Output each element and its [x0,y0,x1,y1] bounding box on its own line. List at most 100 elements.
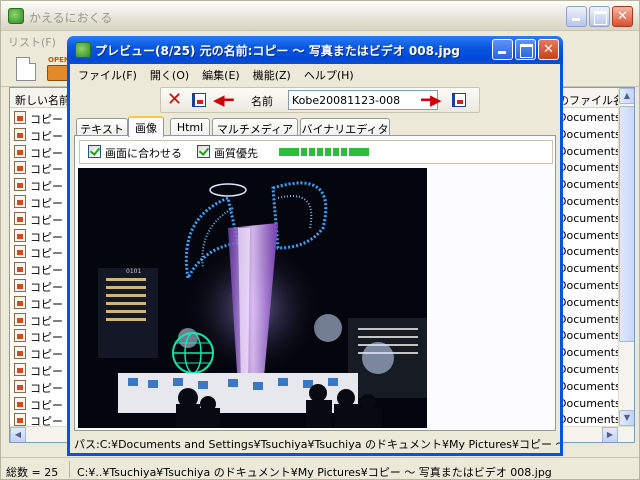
row-file-location: Documents [558,329,621,343]
scroll-up-button[interactable]: ▲ [619,88,634,104]
preview-window: プレビュー(8/25) 元の名前:コピー 〜 写真またはビデオ 008.jpg … [67,36,563,456]
next-arrow-icon[interactable]: ━▶ [421,91,442,109]
row-file-location: Documents [558,413,621,427]
image-file-icon [14,161,26,175]
image-file-icon [14,278,26,292]
svg-text:0101: 0101 [126,268,141,275]
delete-x-icon[interactable]: ✕ [167,90,182,110]
fit-screen-checkbox[interactable] [88,145,101,158]
menu-file[interactable]: ファイル(F) [70,64,142,84]
tab-html[interactable]: Html [170,118,210,136]
tab-text[interactable]: テキスト [76,118,128,136]
maximize-icon [516,40,535,59]
open-box-icon [47,65,69,81]
chevron-up-icon: ▲ [623,91,631,100]
main-window-title: かえるにおくる [29,11,113,25]
main-maximize-button[interactable] [589,6,610,27]
menu-function[interactable]: 機能(Z) [245,64,296,84]
row-file-location: Documents [558,144,621,158]
image-file-icon [14,413,26,427]
image-file-icon [14,245,26,259]
image-file-icon [14,211,26,225]
image-file-icon [14,127,26,141]
minimize-icon [493,40,512,59]
tab-multimedia[interactable]: マルチメディア [212,118,298,136]
scroll-down-button[interactable]: ▼ [619,410,634,426]
row-file-location: Documents [558,346,621,360]
row-new-name: コピー [30,113,63,126]
row-new-name: コピー [30,364,63,378]
preview-title: プレビュー(8/25) 元の名前:コピー 〜 写真またはビデオ 008.jpg [95,44,460,58]
preview-title-bar[interactable]: プレビュー(8/25) 元の名前:コピー 〜 写真またはビデオ 008.jpg … [67,36,563,64]
row-new-name: コピー [30,280,63,294]
row-new-name: コピー [30,247,63,261]
row-file-location: Documents [558,362,621,376]
image-file-icon [14,178,26,192]
preview-minimize-button[interactable] [492,39,513,60]
preview-image: 0101 [78,168,427,428]
row-new-name: コピー [30,348,63,362]
name-label: 名前 [251,95,273,108]
preview-toolbar: ✕ ◀━ 名前 ━▶ [160,87,480,113]
row-new-name: コピー [30,398,63,412]
image-file-icon [14,362,26,376]
preview-maximize-button[interactable] [515,39,536,60]
main-minimize-button[interactable] [566,6,587,27]
vertical-scrollbar[interactable]: ▲ ▼ [618,88,634,442]
new-document-icon[interactable] [16,57,36,81]
row-file-location: Documents [558,111,621,124]
row-file-location: Documents [558,379,621,393]
first-page-icon[interactable] [191,92,207,109]
fit-screen-label: 画面に合わせる [105,147,182,160]
row-file-location: Documents [558,295,621,309]
image-tab-panel: 画面に合わせる 画質優先 0101 [74,135,556,431]
menu-edit[interactable]: 編集(E) [194,64,245,84]
tab-image[interactable]: 画像 [128,116,164,137]
image-file-icon [14,329,26,343]
row-new-name: コピー [30,230,63,244]
close-icon: ✕ [617,9,628,24]
menu-open[interactable]: 開く(O) [142,64,194,84]
scroll-thumb[interactable] [619,106,634,342]
row-new-name: コピー [30,146,63,160]
maximize-icon [590,7,609,26]
menu-help[interactable]: ヘルプ(H) [296,64,359,84]
main-menu-list[interactable]: リスト(F) [1,31,64,51]
row-file-location: Documents [558,278,621,292]
row-new-name: コピー [30,314,63,328]
image-file-icon [14,144,26,158]
image-file-icon [14,228,26,242]
row-file-location: Documents [558,312,621,326]
status-path: C:¥..¥Tsuchiya¥Tsuchiya のドキュメント¥My Pictu… [77,466,552,479]
image-file-icon [14,346,26,360]
row-file-location: Documents [558,127,621,141]
row-new-name: コピー [30,213,63,227]
row-file-location: Documents [558,262,621,276]
column-file-name[interactable]: のファイル名 [558,92,624,108]
name-input[interactable] [288,90,438,110]
quality-priority-label: 画質優先 [214,147,258,160]
main-title-bar[interactable]: かえるにおくる ✕ [1,1,639,31]
tab-binary-editor[interactable]: バイナリエディタ [300,118,390,136]
image-file-icon [14,262,26,276]
scroll-left-button[interactable]: ◀ [10,427,26,442]
row-new-name: コピー [30,196,63,210]
image-file-icon [14,396,26,410]
row-new-name: コピー [30,180,63,194]
preview-close-button[interactable]: ✕ [538,39,559,60]
column-new-name[interactable]: 新しい名前 [15,92,70,108]
image-file-icon [14,194,26,208]
scroll-right-button[interactable]: ▶ [602,427,618,442]
last-page-icon[interactable] [451,92,467,109]
row-new-name: コピー [30,264,63,278]
minimize-icon [567,7,586,26]
quality-priority-checkbox[interactable] [197,145,210,158]
image-options-bar: 画面に合わせる 画質優先 [79,140,553,164]
loading-progress [279,148,369,156]
row-file-location: Documents [558,228,621,242]
chevron-left-icon: ◀ [14,430,22,439]
previous-arrow-icon[interactable]: ◀━ [213,91,234,109]
image-file-icon [14,111,26,124]
main-close-button[interactable]: ✕ [612,6,633,27]
status-divider [69,461,70,478]
